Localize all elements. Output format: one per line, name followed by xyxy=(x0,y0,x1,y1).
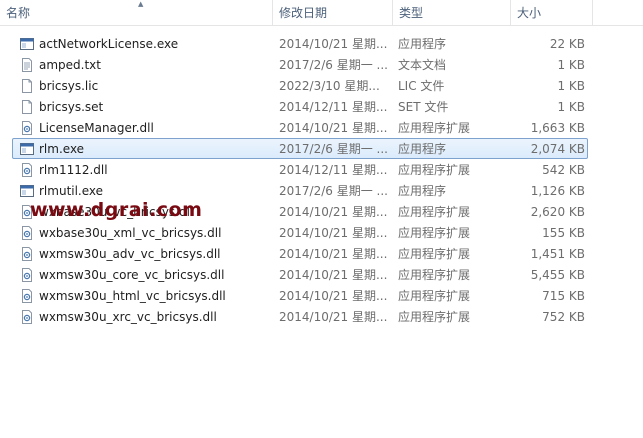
file-name: rlm1112.dll xyxy=(39,163,108,177)
file-date: 2014/10/21 星期... xyxy=(279,205,388,219)
exe-icon xyxy=(20,37,34,51)
dll-icon xyxy=(20,268,34,282)
file-type: 应用程序扩展 xyxy=(398,226,471,240)
file-date: 2017/2/6 星期一 ... xyxy=(279,184,388,198)
file-name: LicenseManager.dll xyxy=(39,121,154,135)
file-name: wxbase30u_xml_vc_bricsys.dll xyxy=(39,226,222,240)
file-size: 2,620 KB xyxy=(530,205,585,219)
file-row[interactable]: bricsys.set 2014/12/11 星期... SET 文件 1 KB xyxy=(12,96,588,117)
file-size: 1 KB xyxy=(557,58,585,72)
file-row[interactable]: amped.txt 2017/2/6 星期一 ... 文本文档 1 KB xyxy=(12,54,588,75)
file-row[interactable]: bricsys.lic 2022/3/10 星期... LIC 文件 1 KB xyxy=(12,75,588,96)
file-type: 应用程序扩展 xyxy=(398,121,471,135)
dll-icon xyxy=(20,310,34,324)
file-type: 应用程序扩展 xyxy=(398,247,471,261)
file-date: 2014/10/21 星期... xyxy=(279,289,388,303)
text-file-icon xyxy=(20,58,34,72)
file-date: 2022/3/10 星期... xyxy=(279,79,380,93)
file-type: 应用程序扩展 xyxy=(398,205,471,219)
sort-ascending-icon: ▲ xyxy=(138,0,144,8)
file-name: rlm.exe xyxy=(39,142,85,156)
column-header-name[interactable]: 名称 xyxy=(0,0,272,25)
column-header-type[interactable]: 类型 xyxy=(392,0,510,25)
file-row[interactable]: wxbase30u_xml_vc_bricsys.dll 2014/10/21 星… xyxy=(12,222,588,243)
file-row[interactable]: wxmsw30u_adv_vc_bricsys.dll 2014/10/21 星期… xyxy=(12,243,588,264)
file-type: 应用程序 xyxy=(398,184,447,198)
column-header-bar: 名称 ▲ 修改日期 类型 大小 xyxy=(0,0,643,26)
file-type: 应用程序扩展 xyxy=(398,268,471,282)
file-size: 752 KB xyxy=(542,310,585,324)
file-row[interactable]: rlm1112.dll 2014/12/11 星期... 应用程序扩展 542 KB xyxy=(12,159,588,180)
column-header-date[interactable]: 修改日期 xyxy=(272,0,392,25)
file-type: SET 文件 xyxy=(398,100,449,114)
file-date: 2014/10/21 星期... xyxy=(279,268,388,282)
file-type: 应用程序扩展 xyxy=(398,310,471,324)
file-date: 2017/2/6 星期一 ... xyxy=(279,58,388,72)
file-size: 1,663 KB xyxy=(530,121,585,135)
file-list: actNetworkLicense.exe 2014/10/21 星期... 应用程… xyxy=(0,33,643,327)
column-header-size[interactable]: 大小 xyxy=(510,0,592,25)
dll-icon xyxy=(20,247,34,261)
file-size: 1,126 KB xyxy=(530,184,585,198)
file-row[interactable]: rlm.exe 2017/2/6 星期一 ... 应用程序 2,074 KB xyxy=(12,138,588,159)
blank-file-icon xyxy=(20,79,34,93)
file-name: actNetworkLicense.exe xyxy=(39,37,179,51)
file-date: 2017/2/6 星期一 ... xyxy=(279,142,388,156)
file-size: 1,451 KB xyxy=(530,247,585,261)
file-date: 2014/10/21 星期... xyxy=(279,121,388,135)
dll-icon xyxy=(20,289,34,303)
file-name: wxmsw30u_html_vc_bricsys.dll xyxy=(39,289,226,303)
file-name: bricsys.set xyxy=(39,100,104,114)
file-size: 5,455 KB xyxy=(530,268,585,282)
file-date: 2014/10/21 星期... xyxy=(279,226,388,240)
file-size: 542 KB xyxy=(542,163,585,177)
dll-icon xyxy=(20,226,34,240)
file-row[interactable]: wxmsw30u_core_vc_bricsys.dll 2014/10/21 星… xyxy=(12,264,588,285)
file-date: 2014/12/11 星期... xyxy=(279,100,388,114)
file-date: 2014/10/21 星期... xyxy=(279,37,388,51)
file-size: 1 KB xyxy=(557,100,585,114)
file-type: 应用程序 xyxy=(398,37,447,51)
file-name: wxmsw30u_core_vc_bricsys.dll xyxy=(39,268,225,282)
blank-file-icon xyxy=(20,100,34,114)
file-row[interactable]: actNetworkLicense.exe 2014/10/21 星期... 应用程… xyxy=(12,33,588,54)
file-date: 2014/10/21 星期... xyxy=(279,310,388,324)
column-header-filler xyxy=(592,0,643,25)
file-row[interactable]: rlmutil.exe 2017/2/6 星期一 ... 应用程序 1,126 KB xyxy=(12,180,588,201)
file-name: wxmsw30u_adv_vc_bricsys.dll xyxy=(39,247,221,261)
watermark-text: www.dgrai.com xyxy=(30,199,203,221)
dll-icon xyxy=(20,121,34,135)
file-size: 155 KB xyxy=(542,226,585,240)
file-row[interactable]: wxmsw30u_html_vc_bricsys.dll 2014/10/21 星… xyxy=(12,285,588,306)
file-size: 22 KB xyxy=(549,37,585,51)
file-date: 2014/10/21 星期... xyxy=(279,247,388,261)
file-name: amped.txt xyxy=(39,58,101,72)
file-name: bricsys.lic xyxy=(39,79,99,93)
file-type: 应用程序扩展 xyxy=(398,163,471,177)
file-date: 2014/12/11 星期... xyxy=(279,163,388,177)
file-name: wxmsw30u_xrc_vc_bricsys.dll xyxy=(39,310,217,324)
file-size: 2,074 KB xyxy=(530,142,585,156)
file-type: 应用程序 xyxy=(398,142,447,156)
file-type: LIC 文件 xyxy=(398,79,445,93)
file-size: 715 KB xyxy=(542,289,585,303)
exe-icon xyxy=(20,184,34,198)
exe-icon xyxy=(20,142,34,156)
file-row[interactable]: LicenseManager.dll 2014/10/21 星期... 应用程序扩展… xyxy=(12,117,588,138)
file-type: 应用程序扩展 xyxy=(398,289,471,303)
dll-icon xyxy=(20,163,34,177)
file-row[interactable]: wxmsw30u_xrc_vc_bricsys.dll 2014/10/21 星期… xyxy=(12,306,588,327)
file-size: 1 KB xyxy=(557,79,585,93)
file-type: 文本文档 xyxy=(398,58,447,72)
